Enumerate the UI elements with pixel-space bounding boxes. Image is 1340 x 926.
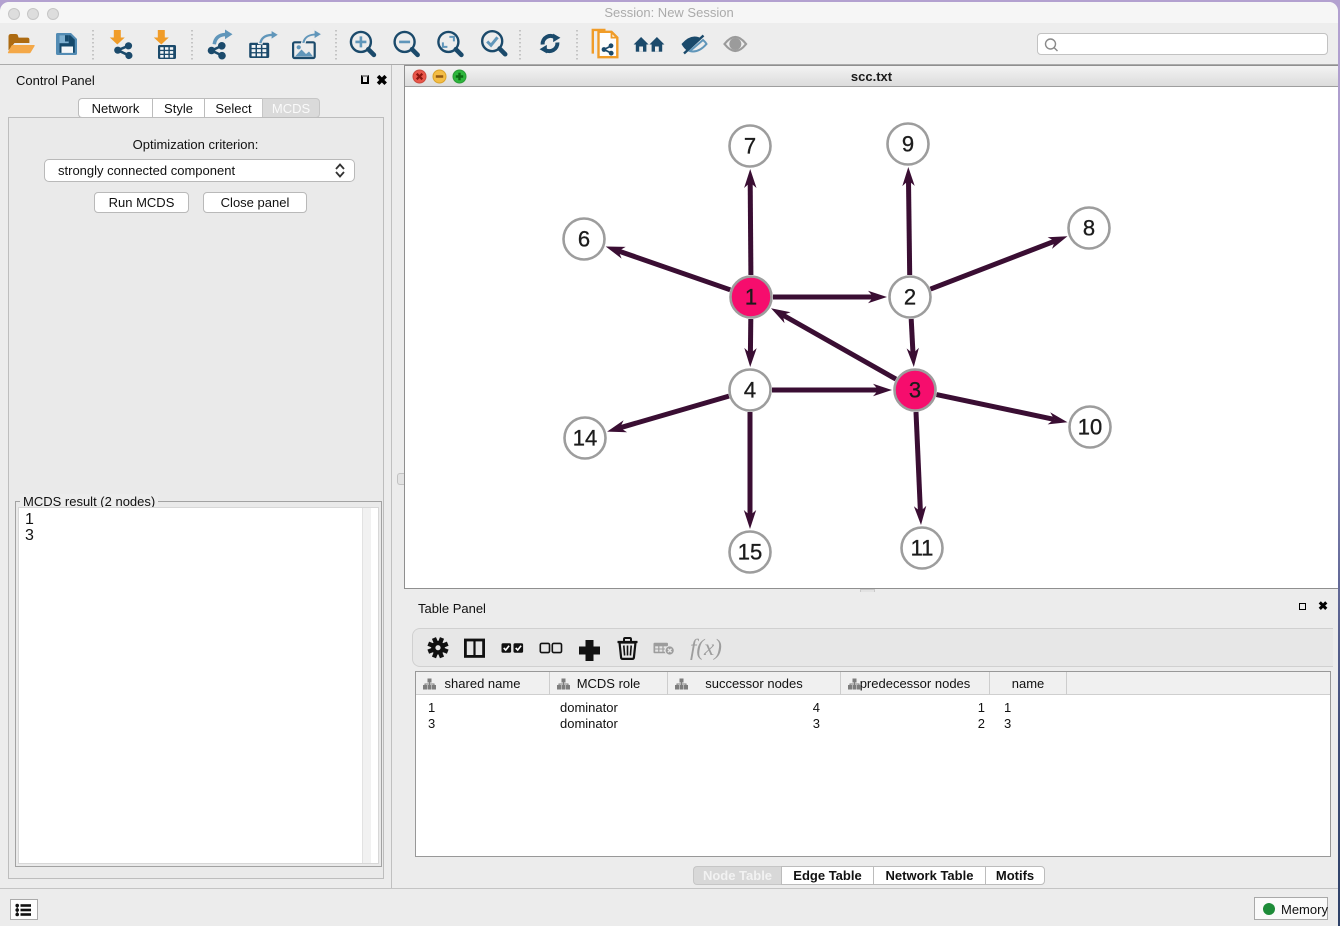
svg-text:10: 10 <box>1078 415 1102 440</box>
svg-text:3: 3 <box>909 378 921 403</box>
svg-text:1: 1 <box>745 285 757 310</box>
svg-text:6: 6 <box>578 227 590 252</box>
svg-text:9: 9 <box>902 132 914 157</box>
svg-text:2: 2 <box>904 285 916 310</box>
svg-text:f(x): f(x) <box>690 635 722 660</box>
svg-text:4: 4 <box>744 378 756 403</box>
svg-text:7: 7 <box>744 134 756 159</box>
svg-text:8: 8 <box>1083 216 1095 241</box>
svg-text:11: 11 <box>911 536 934 561</box>
svg-text:14: 14 <box>573 426 597 451</box>
svg-text:15: 15 <box>738 540 762 565</box>
